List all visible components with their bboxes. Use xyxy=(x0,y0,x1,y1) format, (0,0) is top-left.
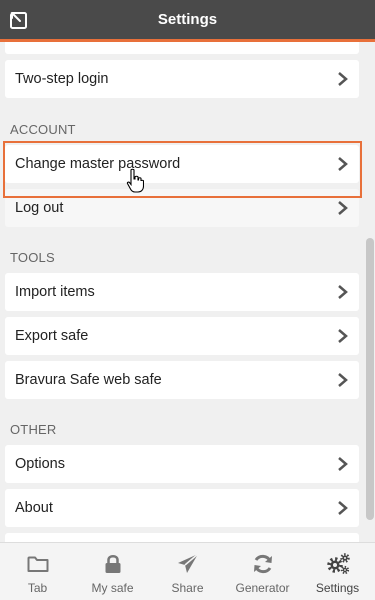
tab-label: My safe xyxy=(91,581,134,595)
settings-row-partial[interactable] xyxy=(5,42,359,54)
row-label: Import items xyxy=(15,284,95,300)
row-label: Log out xyxy=(15,200,64,216)
gears-icon xyxy=(326,553,350,575)
send-icon xyxy=(176,553,200,575)
tab-label: Share xyxy=(171,581,204,595)
log-out-row[interactable]: Log out xyxy=(5,189,359,227)
row-label: About xyxy=(15,500,53,516)
tab-share[interactable]: Share xyxy=(150,543,225,600)
options-row[interactable]: Options xyxy=(5,445,359,483)
tab-label: Tab xyxy=(27,581,48,595)
change-master-password-row[interactable]: Change master password xyxy=(5,145,359,183)
hand-cursor-icon xyxy=(126,168,144,193)
refresh-icon xyxy=(251,553,275,575)
tab-label: Generator xyxy=(235,581,290,595)
row-label: Options xyxy=(15,456,65,472)
section-heading-other: OTHER xyxy=(10,422,57,437)
about-row[interactable]: About xyxy=(5,489,359,527)
scrollbar-thumb[interactable] xyxy=(366,238,374,520)
row-label: Change master password xyxy=(15,156,181,172)
chevron-right-icon xyxy=(338,373,348,387)
chevron-right-icon xyxy=(338,157,348,171)
row-label: Two-step login xyxy=(15,71,109,87)
page-title: Settings xyxy=(157,11,218,28)
popout-button[interactable] xyxy=(8,9,30,31)
section-heading-tools: TOOLS xyxy=(10,250,55,265)
chevron-right-icon xyxy=(338,201,348,215)
row-label: Export safe xyxy=(15,328,89,344)
app-header: Settings xyxy=(0,0,375,42)
bottom-tab-bar: Tab My safe Share Generator Settings xyxy=(0,542,375,600)
tab-generator[interactable]: Generator xyxy=(225,543,300,600)
two-step-login-row[interactable]: Two-step login xyxy=(5,60,359,98)
import-items-row[interactable]: Import items xyxy=(5,273,359,311)
chevron-right-icon xyxy=(338,72,348,86)
section-heading-account: ACCOUNT xyxy=(10,122,76,137)
web-safe-row[interactable]: Bravura Safe web safe xyxy=(5,361,359,399)
tab-label: Settings xyxy=(315,581,360,595)
tab-settings[interactable]: Settings xyxy=(300,543,375,600)
tab-my-safe[interactable]: My safe xyxy=(75,543,150,600)
settings-list[interactable]: Two-step login ACCOUNT Change master pas… xyxy=(0,42,375,552)
popout-icon xyxy=(10,10,27,29)
export-safe-row[interactable]: Export safe xyxy=(5,317,359,355)
chevron-right-icon xyxy=(338,457,348,471)
row-label: Bravura Safe web safe xyxy=(15,372,162,388)
folder-icon xyxy=(26,553,50,575)
lock-icon xyxy=(101,553,125,575)
chevron-right-icon xyxy=(338,285,348,299)
tab-tab[interactable]: Tab xyxy=(0,543,75,600)
chevron-right-icon xyxy=(338,329,348,343)
chevron-right-icon xyxy=(338,501,348,515)
